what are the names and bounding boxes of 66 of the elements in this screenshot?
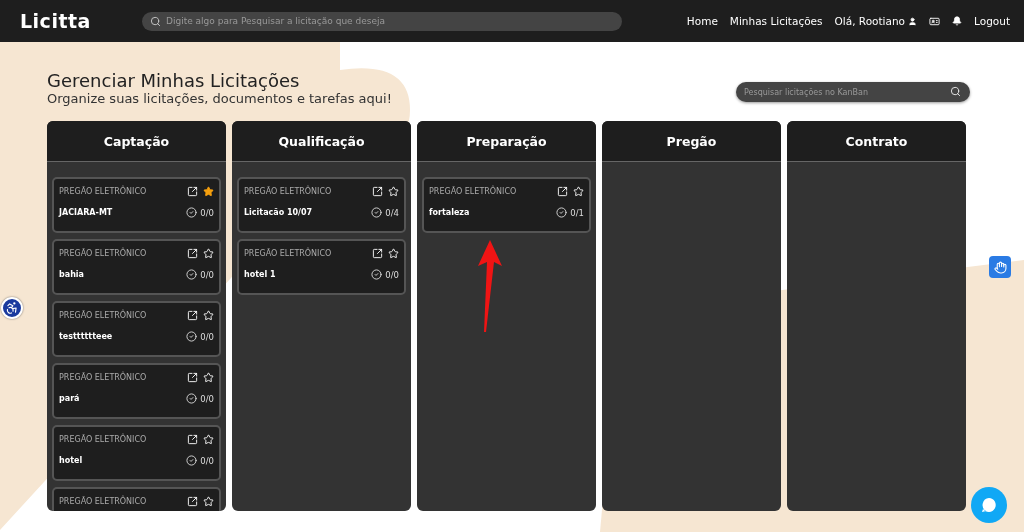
bid-name: pará (59, 394, 80, 403)
bid-type: PREGÃO ELETRÔNICO (244, 249, 332, 258)
bid-card[interactable]: PREGÃO ELETRÔNICO fortaleza 0/1 (422, 177, 591, 233)
task-count: 0/0 (186, 331, 214, 342)
star-icon[interactable] (203, 186, 214, 197)
open-link-icon[interactable] (372, 248, 383, 259)
open-link-icon[interactable] (187, 186, 198, 197)
column-title: Preparação (417, 121, 596, 162)
logo[interactable]: Licitta (20, 10, 130, 32)
bid-card[interactable]: PREGÃO ELETRÔNICO hotel 0/0 (52, 425, 221, 481)
bid-name: hotel 1 (244, 270, 276, 279)
bid-type: PREGÃO ELETRÔNICO (59, 373, 147, 382)
id-card-icon[interactable] (929, 15, 941, 27)
task-count: 0/0 (186, 207, 214, 218)
bid-type: PREGÃO ELETRÔNICO (59, 311, 147, 320)
bid-card[interactable]: PREGÃO ELETRÔNICO testttttteee 0/0 (52, 301, 221, 357)
bid-name: Licitacão 10/07 (244, 208, 313, 217)
open-link-icon[interactable] (187, 310, 198, 321)
open-link-icon[interactable] (187, 372, 198, 383)
bid-type: PREGÃO ELETRÔNICO (59, 187, 147, 196)
user-icon (908, 16, 918, 26)
search-icon[interactable] (950, 86, 961, 97)
bid-card[interactable]: PREGÃO ELETRÔNICO (52, 487, 221, 511)
bid-name: JACIARA-MT (59, 208, 113, 217)
column-title: Contrato (787, 121, 966, 162)
task-count: 0/0 (186, 455, 214, 466)
bid-type: PREGÃO ELETRÔNICO (59, 435, 147, 444)
open-link-icon[interactable] (187, 434, 198, 445)
nav-link[interactable]: Minhas Licitações (729, 15, 823, 27)
bid-card[interactable]: PREGÃO ELETRÔNICO JACIARA-MT 0/0 (52, 177, 221, 233)
column-title: Captação (47, 121, 226, 162)
logout-link[interactable]: Logout (974, 15, 1010, 27)
bid-card[interactable]: PREGÃO ELETRÔNICO pará 0/0 (52, 363, 221, 419)
open-link-icon[interactable] (187, 248, 198, 259)
bid-card[interactable]: PREGÃO ELETRÔNICO Licitacão 10/07 0/4 (237, 177, 406, 233)
column-title: Qualificação (232, 121, 411, 162)
bid-name: testttttteee (59, 332, 113, 341)
task-count: 0/1 (556, 207, 584, 218)
search-field[interactable]: Digite algo para Pesquisar a licitação que deseja (142, 11, 622, 31)
bid-type: PREGÃO ELETRÔNICO (429, 187, 517, 196)
nav-link[interactable]: Home (686, 15, 718, 27)
open-link-icon[interactable] (372, 186, 383, 197)
user-menu[interactable]: Olá, Rootiano (834, 15, 918, 27)
search-icon (150, 15, 161, 27)
bid-type: PREGÃO ELETRÔNICO (59, 249, 147, 258)
hand-icon (993, 260, 1007, 274)
bid-name: fortaleza (429, 208, 470, 217)
bid-name: bahia (59, 270, 84, 279)
chat-bubble-icon (981, 497, 997, 513)
task-count: 0/0 (186, 393, 214, 404)
bell-icon[interactable] (952, 16, 963, 26)
page-subtitle: Organize suas licitações, documentos e tarefas aqui! (47, 91, 392, 106)
task-count: 0/0 (371, 269, 399, 280)
column-title: Pregão (602, 121, 781, 162)
kanban-search-field[interactable]: Pesquisar licitações no KanBan (736, 82, 970, 102)
open-link-icon[interactable] (557, 186, 568, 197)
task-count: 0/4 (371, 207, 399, 218)
bid-card[interactable]: PREGÃO ELETRÔNICO bahia 0/0 (52, 239, 221, 295)
task-count: 0/0 (186, 269, 214, 280)
bid-type: PREGÃO ELETRÔNICO (59, 497, 147, 506)
bid-name: hotel (59, 456, 83, 465)
bid-card[interactable]: PREGÃO ELETRÔNICO hotel 1 0/0 (237, 239, 406, 295)
sign-language-button[interactable] (989, 256, 1011, 278)
open-link-icon[interactable] (187, 496, 198, 507)
bid-type: PREGÃO ELETRÔNICO (244, 187, 332, 196)
page-title: Gerenciar Minhas Licitações (47, 70, 301, 91)
